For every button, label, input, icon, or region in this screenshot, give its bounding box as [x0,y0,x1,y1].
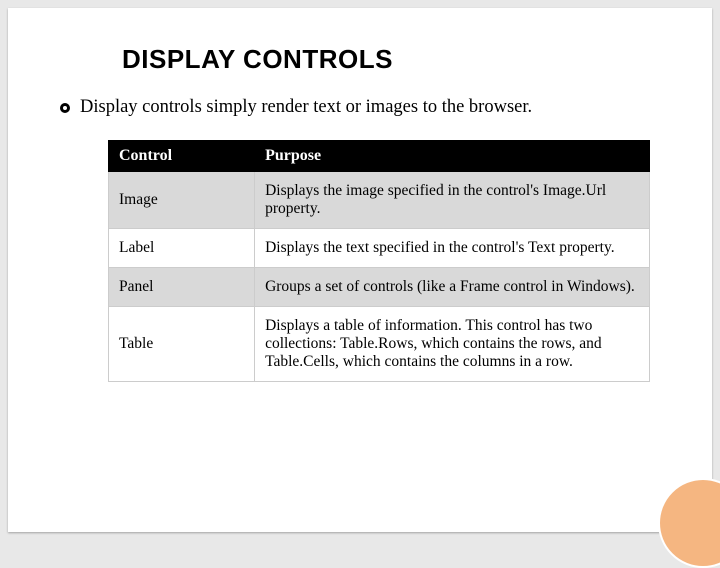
cell-purpose: Displays the text specified in the contr… [255,229,650,268]
col-control: Control [109,141,255,172]
page-title: DISPLAY CONTROLS [122,44,660,75]
cell-purpose: Displays the image specified in the cont… [255,172,650,229]
intro-text: Display controls simply render text or i… [80,97,532,118]
cell-control: Label [109,229,255,268]
cell-control: Table [109,307,255,382]
table-wrap: Control Purpose Image Displays the image… [108,140,650,382]
table-row: Table Displays a table of information. T… [109,307,650,382]
controls-table: Control Purpose Image Displays the image… [108,140,650,382]
cell-purpose: Groups a set of controls (like a Frame c… [255,268,650,307]
table-row: Label Displays the text specified in the… [109,229,650,268]
col-purpose: Purpose [255,141,650,172]
cell-purpose: Displays a table of information. This co… [255,307,650,382]
table-row: Panel Groups a set of controls (like a F… [109,268,650,307]
bullet-icon [60,103,70,113]
intro-row: Display controls simply render text or i… [60,97,660,118]
cell-control: Image [109,172,255,229]
decorative-circle-icon [658,478,720,568]
cell-control: Panel [109,268,255,307]
table-header-row: Control Purpose [109,141,650,172]
table-row: Image Displays the image specified in th… [109,172,650,229]
slide: DISPLAY CONTROLS Display controls simply… [8,8,712,532]
